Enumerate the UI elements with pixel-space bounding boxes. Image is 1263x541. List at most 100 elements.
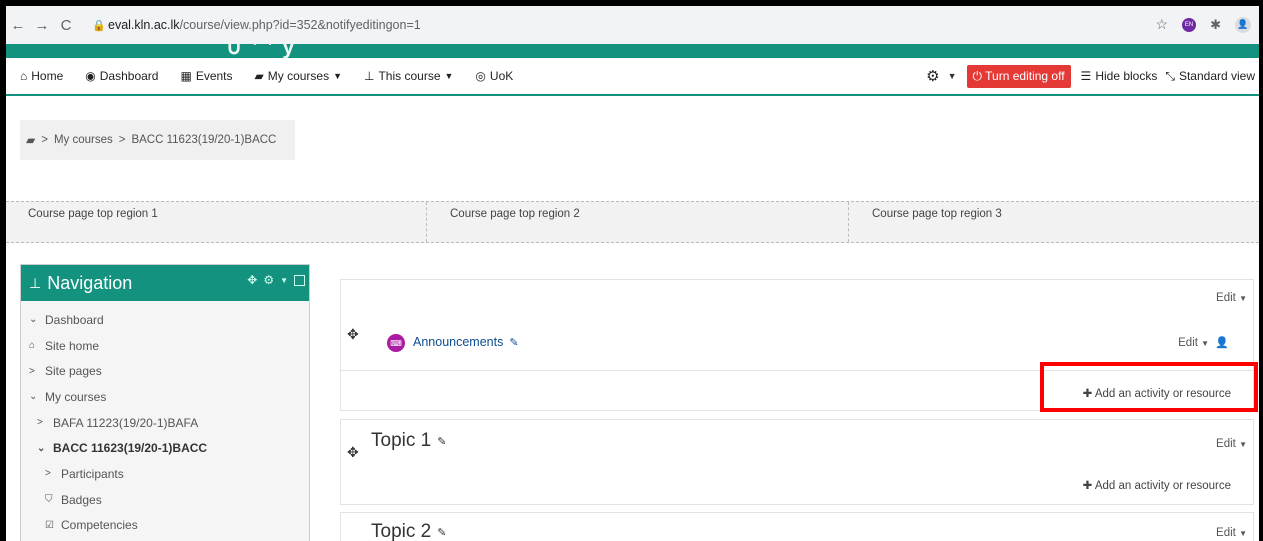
- nav-tree-item-site-home[interactable]: ⌂ Site home: [29, 333, 309, 359]
- plus-icon: ✚: [1082, 480, 1093, 492]
- chevron-down-icon: ⌄: [29, 314, 38, 326]
- course-section-topic-1: ✥ Topic 1 ✎ Edit ▼ ✚ Add an activity or …: [340, 419, 1254, 505]
- folder-icon: ▰: [26, 133, 36, 147]
- turn-editing-off-label: Turn editing off: [985, 68, 1065, 83]
- move-icon[interactable]: ✥: [347, 444, 359, 461]
- sitemap-icon: ⊥: [364, 69, 375, 83]
- topic-1-title: Topic 1: [371, 430, 432, 451]
- home-icon: ⌂: [29, 340, 36, 352]
- announcements-link[interactable]: Announcements: [413, 335, 503, 349]
- extension-icon[interactable]: EN: [1182, 17, 1197, 32]
- nav-tree-label: My courses: [45, 389, 107, 404]
- nav-tree-label: Competencies: [61, 518, 138, 533]
- nav-my-courses[interactable]: ▰ My courses ▼: [255, 69, 343, 83]
- main-navbar: ⌂ Home ◉ Dashboard ▦ Events ▰ My courses…: [6, 58, 1259, 96]
- standard-view-label: Standard view: [1178, 69, 1255, 83]
- edit-label: Edit: [1216, 527, 1236, 539]
- dashboard-icon: ◉: [85, 69, 96, 83]
- caret-down-icon[interactable]: ▼: [948, 71, 957, 81]
- power-icon: ⏻: [972, 68, 983, 83]
- nav-tree-label: Site home: [45, 338, 100, 353]
- gear-icon[interactable]: ⚙: [263, 273, 274, 287]
- nav-tree-item-my-courses[interactable]: ⌄ My courses: [29, 384, 309, 410]
- collapse-block-icon[interactable]: [294, 274, 305, 286]
- nav-tree-item-badges[interactable]: ⛉ Badges: [29, 487, 309, 513]
- chevron-down-icon: ⌄: [29, 391, 38, 403]
- section-edit-menu[interactable]: Edit ▼: [1216, 527, 1247, 539]
- caret-down-icon[interactable]: ▼: [280, 276, 288, 285]
- chevron-right-icon: >: [29, 365, 35, 377]
- nav-uok[interactable]: ◎ UoK: [475, 69, 513, 83]
- announcements-activity[interactable]: Announcements ✎: [413, 335, 519, 349]
- home-icon: ⌂: [20, 69, 28, 83]
- add-activity-button[interactable]: ✚ Add an activity or resource: [1083, 478, 1231, 492]
- section-edit-menu[interactable]: Edit ▼: [1216, 292, 1247, 304]
- nav-tree-item-site-pages[interactable]: > Site pages: [29, 358, 309, 384]
- reload-icon[interactable]: C: [54, 17, 78, 34]
- nav-tree-label: Participants: [61, 466, 124, 481]
- breadcrumb: ▰ > My courses > BACC 11623(19/20-1)BACC: [20, 120, 295, 160]
- chevron-down-icon: ⌄: [37, 442, 46, 454]
- profile-avatar-icon[interactable]: 👤: [1235, 16, 1251, 33]
- top-region-1: Course page top region 1: [20, 202, 427, 242]
- shield-icon: ⛉: [45, 494, 53, 506]
- caret-down-icon: ▼: [1239, 529, 1247, 538]
- course-section-0: Edit ▼ ✥ ⌨ Announcements ✎ Edit ▼ 👤 ✚ Ad…: [340, 279, 1254, 411]
- nav-home-label: Home: [31, 69, 64, 83]
- topic-title: Topic 2 ✎: [371, 521, 446, 541]
- caret-down-icon: ▼: [1239, 440, 1247, 449]
- nav-uok-label: UoK: [489, 69, 514, 83]
- add-activity-label: Add an activity or resource: [1094, 480, 1231, 492]
- nav-events[interactable]: ▦ Events: [180, 69, 232, 83]
- nav-tree-item-participants[interactable]: > Participants: [29, 461, 309, 487]
- forum-icon: ⌨: [387, 334, 405, 352]
- caret-down-icon: ▼: [1201, 339, 1210, 348]
- move-icon[interactable]: ✥: [247, 273, 257, 287]
- url-host: eval.kln.ac.lk: [108, 18, 180, 32]
- topic-title: Topic 1 ✎: [371, 430, 446, 452]
- pencil-icon[interactable]: ✎: [509, 336, 518, 349]
- turn-editing-off-button[interactable]: ⏻ Turn editing off: [966, 64, 1071, 88]
- address-bar[interactable]: 🔒 eval.kln.ac.lk /course/view.php?id=352…: [92, 12, 1192, 38]
- nav-tree-item-bacc[interactable]: ⌄ BACC 11623(19/20-1)BACC: [29, 435, 309, 461]
- checkbox-icon: ☑: [45, 519, 54, 531]
- nav-home[interactable]: ⌂ Home: [20, 69, 63, 83]
- nav-tree-item-dashboard[interactable]: ⌄ Dashboard: [29, 307, 309, 333]
- forward-icon[interactable]: →: [30, 17, 54, 34]
- browser-toolbar: ← → C 🔒 eval.kln.ac.lk /course/view.php?…: [6, 6, 1259, 44]
- hide-blocks-label: Hide blocks: [1095, 69, 1158, 83]
- nav-tree-label: BAFA 11223(19/20-1)BAFA: [53, 415, 199, 430]
- url-path: /course/view.php?id=352&notifyeditingon=…: [179, 18, 421, 32]
- activity-edit-menu[interactable]: Edit ▼ 👤: [1178, 336, 1229, 349]
- nav-tree-item-competencies[interactable]: ☑ Competencies: [29, 513, 309, 539]
- breadcrumb-separator: >: [41, 134, 48, 146]
- breadcrumb-course[interactable]: BACC 11623(19/20-1)BACC: [131, 134, 276, 146]
- nav-dashboard[interactable]: ◉ Dashboard: [85, 69, 158, 83]
- gear-icon[interactable]: ⚙: [926, 67, 939, 85]
- hide-blocks-link[interactable]: ☰ Hide blocks: [1081, 69, 1158, 83]
- add-activity-button[interactable]: ✚ Add an activity or resource: [1083, 386, 1231, 400]
- move-icon[interactable]: ✥: [347, 326, 359, 343]
- pencil-icon[interactable]: ✎: [437, 526, 446, 539]
- breadcrumb-my-courses[interactable]: My courses: [54, 134, 113, 146]
- nav-tree-label: Site pages: [45, 364, 102, 379]
- star-icon[interactable]: ☆: [1156, 16, 1169, 33]
- section-edit-menu[interactable]: Edit ▼: [1216, 438, 1247, 450]
- nav-dashboard-label: Dashboard: [99, 69, 159, 83]
- puzzle-icon[interactable]: ✱: [1210, 17, 1221, 33]
- back-icon[interactable]: ←: [6, 17, 30, 34]
- lifebuoy-icon: ◎: [475, 69, 486, 83]
- nav-tree-item-bafa[interactable]: > BAFA 11223(19/20-1)BAFA: [29, 410, 309, 436]
- user-icon[interactable]: 👤: [1215, 337, 1229, 349]
- edit-label: Edit: [1178, 337, 1198, 349]
- nav-this-course[interactable]: ⊥ This course ▼: [364, 69, 453, 83]
- compress-icon: ⤡: [1165, 68, 1175, 83]
- nav-tree-label: Dashboard: [45, 312, 104, 327]
- standard-view-link[interactable]: ⤡ Standard view: [1165, 69, 1255, 84]
- section-divider: [341, 370, 1253, 371]
- navigation-block-header: ⊥ Navigation ✥ ⚙ ▼: [21, 265, 309, 301]
- calendar-icon: ▦: [180, 69, 192, 83]
- pencil-icon[interactable]: ✎: [437, 435, 446, 448]
- nav-this-course-label: This course: [378, 69, 441, 83]
- navigation-tree: ⌄ Dashboard ⌂ Site home > Site pages ⌄ M…: [21, 301, 309, 538]
